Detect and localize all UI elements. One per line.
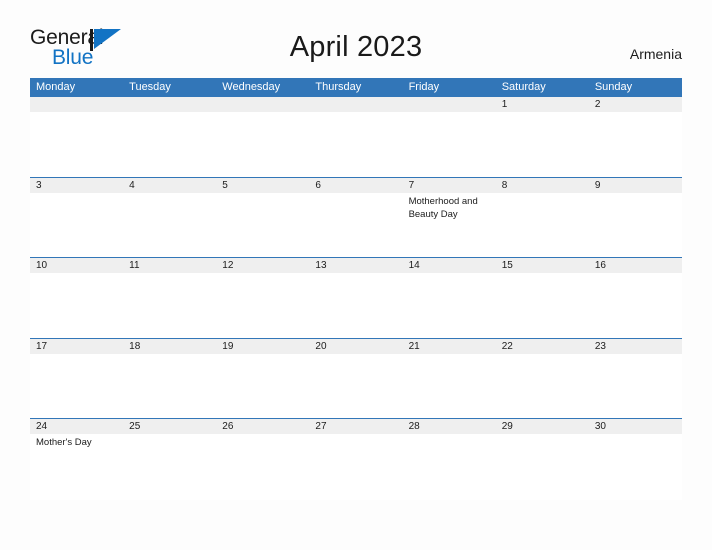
day-number[interactable]: 19 xyxy=(216,339,309,354)
calendar-week-row: 24 25 26 27 28 29 30 Mother's Day xyxy=(30,419,682,500)
calendar-week-row: 1 2 xyxy=(30,97,682,178)
day-event[interactable] xyxy=(496,354,589,418)
day-event[interactable] xyxy=(403,354,496,418)
day-event[interactable] xyxy=(30,273,123,337)
week-event-strip xyxy=(30,354,682,418)
day-number[interactable]: 7 xyxy=(403,178,496,193)
day-event[interactable] xyxy=(30,193,123,257)
day-number[interactable]: 13 xyxy=(309,258,402,273)
day-number[interactable]: 24 xyxy=(30,419,123,434)
week-event-strip: Motherhood and Beauty Day xyxy=(30,193,682,257)
calendar-week-row: 17 18 19 20 21 22 23 xyxy=(30,338,682,419)
week-date-strip: 24 25 26 27 28 29 30 xyxy=(30,419,682,434)
calendar-week-row: 3 4 5 6 7 8 9 Motherhood and Beauty Day xyxy=(30,177,682,258)
day-number[interactable]: 18 xyxy=(123,339,216,354)
day-number[interactable]: 27 xyxy=(309,419,402,434)
day-event[interactable] xyxy=(309,273,402,337)
country-label: Armenia xyxy=(629,46,682,62)
day-number[interactable]: 30 xyxy=(589,419,682,434)
day-event[interactable] xyxy=(589,112,682,176)
day-number[interactable]: 1 xyxy=(496,97,589,112)
weekday-header-wednesday: Wednesday xyxy=(222,81,281,93)
day-event[interactable] xyxy=(309,112,402,176)
day-event[interactable] xyxy=(403,112,496,176)
week-date-strip: 3 4 5 6 7 8 9 xyxy=(30,177,682,193)
weekday-header-sunday: Sunday xyxy=(594,81,633,93)
day-event[interactable] xyxy=(30,112,123,176)
day-number[interactable] xyxy=(309,97,402,112)
day-event[interactable] xyxy=(309,434,402,498)
day-number[interactable]: 15 xyxy=(496,258,589,273)
day-number[interactable]: 17 xyxy=(30,339,123,354)
day-event[interactable] xyxy=(216,273,309,337)
day-number[interactable]: 8 xyxy=(496,178,589,193)
day-event[interactable] xyxy=(589,434,682,498)
week-event-strip: Mother's Day xyxy=(30,434,682,498)
day-event[interactable] xyxy=(496,193,589,257)
weekday-header-monday: Monday xyxy=(36,81,76,93)
day-event[interactable] xyxy=(403,273,496,337)
calendar-grid: Monday Tuesday Wednesday Thursday Friday… xyxy=(30,78,682,500)
day-event[interactable] xyxy=(216,112,309,176)
weekday-header-row: Monday Tuesday Wednesday Thursday Friday… xyxy=(30,78,682,97)
day-number[interactable] xyxy=(216,97,309,112)
day-number[interactable]: 25 xyxy=(123,419,216,434)
week-date-strip: 1 2 xyxy=(30,97,682,112)
week-event-strip xyxy=(30,273,682,337)
day-event[interactable]: Motherhood and Beauty Day xyxy=(403,193,496,257)
day-event[interactable] xyxy=(309,354,402,418)
day-event[interactable]: Mother's Day xyxy=(30,434,123,498)
day-event[interactable] xyxy=(123,193,216,257)
day-number[interactable]: 3 xyxy=(30,178,123,193)
day-event[interactable] xyxy=(123,434,216,498)
page-title: April 2023 xyxy=(289,31,423,63)
day-number[interactable]: 10 xyxy=(30,258,123,273)
day-number[interactable]: 6 xyxy=(309,178,402,193)
day-number[interactable]: 16 xyxy=(589,258,682,273)
day-number[interactable]: 12 xyxy=(216,258,309,273)
weekday-header-saturday: Saturday xyxy=(501,81,546,93)
day-event[interactable] xyxy=(403,434,496,498)
week-date-strip: 17 18 19 20 21 22 23 xyxy=(30,338,682,354)
day-number[interactable]: 11 xyxy=(123,258,216,273)
day-event[interactable] xyxy=(30,354,123,418)
day-event[interactable] xyxy=(123,273,216,337)
day-event[interactable] xyxy=(589,193,682,257)
week-date-strip: 10 11 12 13 14 15 16 xyxy=(30,258,682,273)
day-event[interactable] xyxy=(309,193,402,257)
day-event[interactable] xyxy=(216,193,309,257)
day-number[interactable]: 5 xyxy=(216,178,309,193)
day-number[interactable]: 29 xyxy=(496,419,589,434)
day-number[interactable]: 14 xyxy=(403,258,496,273)
day-event[interactable] xyxy=(123,354,216,418)
day-number[interactable]: 9 xyxy=(589,178,682,193)
day-number[interactable]: 26 xyxy=(216,419,309,434)
weekday-header-thursday: Thursday xyxy=(315,81,362,93)
day-number[interactable] xyxy=(30,97,123,112)
day-event[interactable] xyxy=(496,273,589,337)
day-number[interactable]: 22 xyxy=(496,339,589,354)
day-event[interactable] xyxy=(123,112,216,176)
page-header: General Blue April 2023 Armenia xyxy=(0,0,712,68)
day-event[interactable] xyxy=(496,112,589,176)
day-event[interactable] xyxy=(496,434,589,498)
day-number[interactable]: 20 xyxy=(309,339,402,354)
day-number[interactable] xyxy=(123,97,216,112)
day-event[interactable] xyxy=(589,354,682,418)
calendar-week-row: 10 11 12 13 14 15 16 xyxy=(30,258,682,339)
day-number[interactable]: 23 xyxy=(589,339,682,354)
day-number[interactable]: 28 xyxy=(403,419,496,434)
day-event[interactable] xyxy=(589,273,682,337)
week-event-strip xyxy=(30,112,682,176)
weekday-header-tuesday: Tuesday xyxy=(129,81,171,93)
day-event[interactable] xyxy=(216,434,309,498)
weekday-header-friday: Friday xyxy=(408,81,440,93)
day-number[interactable] xyxy=(403,97,496,112)
day-event[interactable] xyxy=(216,354,309,418)
day-number[interactable]: 2 xyxy=(589,97,682,112)
day-number[interactable]: 4 xyxy=(123,178,216,193)
day-number[interactable]: 21 xyxy=(403,339,496,354)
